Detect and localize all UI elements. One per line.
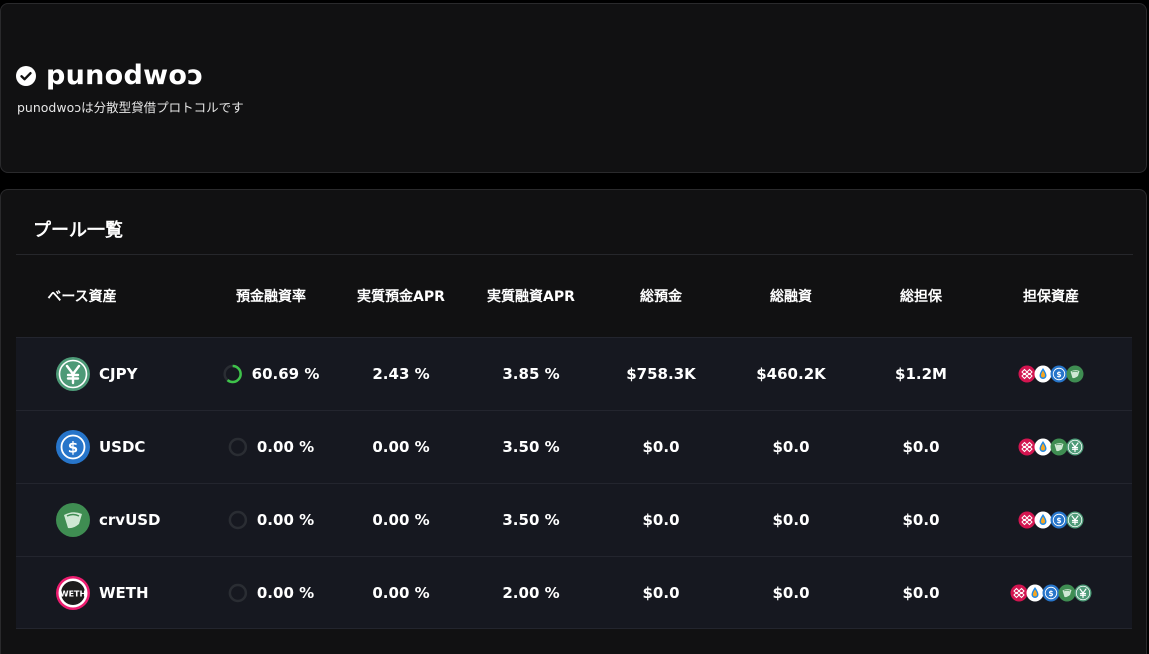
total-collateral-value: $1.2M: [895, 365, 947, 383]
svg-text:$: $: [1056, 516, 1061, 525]
ring-track: [228, 510, 248, 530]
asset-cell: $ USDC: [55, 411, 145, 483]
borrow-apr-value: 3.50 %: [502, 438, 560, 456]
total-supply-value: $758.3K: [626, 365, 696, 383]
asset-cell: WETH WETH: [55, 557, 149, 629]
pool-row-usdc[interactable]: $ USDC 0.00 % 0.00 % 3.50 % $0.0 $0.0 $0.0: [16, 410, 1132, 483]
section-divider: [16, 254, 1133, 255]
asset-name: CJPY: [99, 365, 138, 383]
total-supply-value: $0.0: [642, 511, 680, 529]
pool-row-crvusd[interactable]: crvUSD 0.00 % 0.00 % 3.50 % $0.0 $0.0 $0.0 $: [16, 483, 1132, 556]
col-header-collateral-assets: 担保資産: [1023, 289, 1079, 305]
utilization-cell: 0.00 %: [228, 484, 314, 556]
supply-apr-value: 0.00 %: [372, 511, 430, 529]
svg-text:$: $: [1056, 370, 1061, 379]
svg-text:WETH: WETH: [60, 590, 86, 599]
asset-cell: crvUSD: [55, 484, 161, 556]
col-header-total-supply[interactable]: 総預金: [640, 286, 682, 306]
asset-name: WETH: [99, 584, 149, 602]
pool-row-weth[interactable]: WETH WETH 0.00 % 0.00 % 2.00 % $0.0 $0.0 $0.0 $: [16, 556, 1132, 629]
collateral-assets: $: [1018, 338, 1084, 410]
total-borrow-value: $0.0: [772, 511, 810, 529]
borrow-apr-value: 2.00 %: [502, 584, 560, 602]
utilization-ring: [223, 364, 242, 384]
supply-apr-value: 2.43 %: [372, 365, 430, 383]
total-supply-value: $0.0: [642, 584, 680, 602]
svg-text:$: $: [68, 439, 78, 457]
collateral-assets: [1018, 411, 1084, 483]
collateral-assets: $: [1018, 484, 1084, 556]
col-header-base: ベース資産: [47, 289, 117, 305]
utilization-cell: 0.00 %: [228, 411, 314, 483]
total-borrow-value: $0.0: [772, 438, 810, 456]
app-description: punodwoɔは分散型貸借プロトコルです: [17, 100, 244, 115]
utilization-value: 0.00 %: [256, 584, 315, 602]
total-borrow-value: $460.2K: [756, 365, 826, 383]
col-header-utilization[interactable]: 預金融資率: [236, 286, 306, 306]
utilization-ring: [228, 510, 248, 530]
svg-text:$: $: [1048, 589, 1053, 598]
usdc-icon: $: [56, 430, 90, 464]
utilization-value: 0.00 %: [256, 438, 315, 456]
verified-check-icon: [16, 65, 36, 86]
asset-cell: CJPY: [55, 338, 137, 410]
title-row: punodwoɔ: [16, 60, 204, 91]
pools-table: CJPY 60.69 % 2.43 % 3.85 % $758.3K $460.2K $1.…: [16, 337, 1132, 629]
col-header-borrow-apr[interactable]: 実質融資APR: [487, 286, 575, 306]
supply-apr-value: 0.00 %: [372, 438, 430, 456]
app-title: punodwoɔ: [46, 60, 204, 91]
yen-coin-icon: [1066, 438, 1084, 456]
weth-icon: WETH: [56, 576, 90, 610]
utilization-cell: 0.00 %: [228, 557, 314, 629]
yen-coin-icon: [1066, 511, 1084, 529]
yen-coin-icon: [1074, 584, 1092, 602]
col-header-total-borrow[interactable]: 総融資: [770, 286, 812, 306]
borrow-apr-value: 3.50 %: [502, 511, 560, 529]
utilization-value: 60.69 %: [251, 365, 320, 383]
total-collateral-value: $0.0: [902, 438, 940, 456]
borrow-apr-value: 3.85 %: [502, 365, 560, 383]
crvusd-icon: [56, 503, 90, 537]
total-collateral-value: $0.0: [902, 584, 940, 602]
pools-title: プール一覧: [33, 220, 123, 241]
pool-row-cjpy[interactable]: CJPY 60.69 % 2.43 % 3.85 % $758.3K $460.2K $1.…: [16, 337, 1132, 410]
col-header-total-collateral[interactable]: 総担保: [900, 286, 942, 306]
crvusd-icon: [1066, 365, 1084, 383]
utilization-value: 0.00 %: [256, 511, 315, 529]
total-supply-value: $0.0: [642, 438, 680, 456]
supply-apr-value: 0.00 %: [372, 584, 430, 602]
total-borrow-value: $0.0: [772, 584, 810, 602]
yen-coin-icon: [56, 357, 90, 391]
ring-track: [228, 583, 248, 603]
collateral-assets: $: [1010, 557, 1092, 629]
utilization-cell: 60.69 %: [223, 338, 320, 410]
utilization-ring: [228, 583, 248, 603]
asset-name: crvUSD: [99, 511, 161, 529]
utilization-ring: [228, 437, 248, 457]
asset-name: USDC: [99, 438, 146, 456]
ring-track: [228, 437, 248, 457]
total-collateral-value: $0.0: [902, 511, 940, 529]
col-header-supply-apr[interactable]: 実質預金APR: [357, 286, 445, 306]
